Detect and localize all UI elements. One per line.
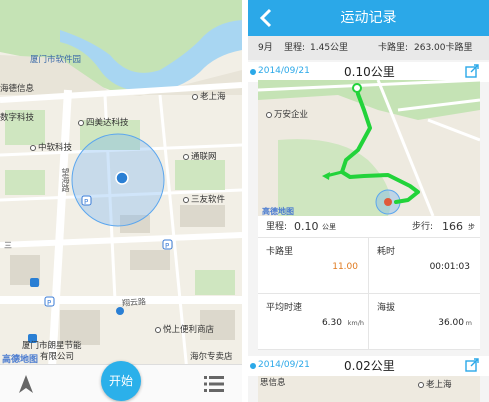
map-poi-company[interactable]: 万安企业: [266, 110, 308, 120]
record-header[interactable]: 2014/09/21 0.10公里: [248, 62, 489, 82]
poi-pengcheng-label: 厦门市朗星节能: [22, 341, 82, 351]
speed-value: 6.30: [321, 318, 342, 328]
map-poi-haode[interactable]: 思信息: [260, 378, 286, 388]
poi-dot-icon: [418, 381, 424, 388]
list-icon[interactable]: [204, 374, 224, 394]
poi-zhongruan-label: 中软科技: [38, 143, 73, 153]
poi-dot-icon: [78, 119, 84, 126]
poi-dot-icon: [155, 326, 161, 333]
poi-dot-icon: [266, 111, 272, 118]
poi-haode-label: 海德信息: [0, 84, 35, 94]
record-date: 2014/09/21: [258, 360, 310, 370]
start-button[interactable]: 开始: [101, 361, 141, 401]
record-route-map[interactable]: 万安企业 高德地图: [258, 80, 480, 216]
poi-dot-icon: [183, 153, 189, 160]
poi-software-park[interactable]: 厦门市软件园: [30, 55, 81, 65]
timeline-dot: [250, 69, 256, 75]
poi-lao-shanghai-label: 老上海: [200, 92, 226, 102]
poi-haier[interactable]: 海尔专卖店: [190, 352, 233, 362]
poi-dot-icon: [183, 196, 189, 203]
steps-unit: 步: [468, 223, 475, 231]
poi-zhongruan[interactable]: 中软科技: [30, 143, 72, 153]
road-fangshan-label: 三: [4, 241, 12, 250]
speed-label: 平均时速: [266, 303, 303, 313]
records-screen: 运动记录 9月 里程: 1.45公里 卡路里: 263.00卡路里 2014/0…: [248, 0, 489, 402]
speed-unit: km/h: [347, 319, 364, 327]
mileage-value: 0.10: [294, 220, 319, 233]
route-map-canvas: [258, 80, 480, 216]
record-distance-steps: 里程: 0.10 公里 步行: 166 步: [258, 216, 480, 238]
map-poi-lao-shanghai[interactable]: 老上海: [418, 380, 452, 390]
poi-sanyou-label: 三友软件: [191, 195, 226, 205]
navigation-arrow-icon[interactable]: [14, 372, 38, 396]
timeline-dot: [250, 363, 256, 369]
record-header[interactable]: 2014/09/21 0.02公里: [248, 356, 489, 376]
road-xiangyun-label: 翔云路: [121, 297, 147, 308]
summary-calorie-value: 263.00卡路里: [414, 43, 473, 53]
summary-distance-value: 1.45公里: [310, 43, 349, 53]
poi-digital-tech[interactable]: 数字科技: [0, 113, 34, 123]
calorie-cell: 卡路里 11.00: [258, 238, 369, 294]
poi-yuexiang-label: 悦上便利商店: [163, 325, 215, 335]
bottom-toolbar: 开始: [0, 361, 242, 402]
summary-calorie-label: 卡路里:: [378, 43, 409, 53]
route-map-watermark: 高德地图: [262, 207, 294, 216]
summary-month: 9月: [258, 43, 273, 53]
poi-digital-tech-label: 数字科技: [0, 113, 35, 123]
map-screen: P P P 厦门市软件园 老上海 海德信息 数字科技 四美达科技 中软科技 通联…: [0, 0, 242, 402]
duration-label: 耗时: [377, 247, 396, 257]
summary-distance-label: 里程:: [284, 43, 306, 53]
share-icon[interactable]: [465, 64, 479, 78]
record-distance: 0.10公里: [344, 65, 395, 79]
share-icon[interactable]: [465, 358, 479, 372]
poi-sanyou[interactable]: 三友软件: [183, 195, 225, 205]
map-poi-company-label: 万安企业: [274, 110, 309, 120]
svg-text:P: P: [165, 242, 169, 250]
steps-label: 步行:: [412, 222, 434, 232]
poi-corp-suffix: 有限公司: [40, 352, 75, 362]
record-date: 2014/09/21: [258, 66, 310, 76]
calorie-label: 卡路里: [266, 247, 294, 257]
poi-tonglian[interactable]: 通联网: [183, 152, 217, 162]
record-distance: 0.02公里: [344, 359, 395, 373]
poi-yuexiang[interactable]: 悦上便利商店: [155, 325, 214, 335]
poi-haode[interactable]: 海德信息: [0, 84, 34, 94]
mileage-unit: 公里: [322, 223, 336, 231]
monthly-summary: 9月 里程: 1.45公里 卡路里: 263.00卡路里: [248, 36, 489, 60]
poi-simeida[interactable]: 四美达科技: [78, 118, 129, 128]
poi-dot-icon: [192, 93, 198, 100]
calorie-value: 11.00: [332, 262, 358, 272]
poi-dot-icon: [30, 144, 36, 151]
road-wanghai-label: 望海路: [61, 168, 70, 192]
map-poi-lao-shanghai-label: 老上海: [426, 380, 452, 390]
poi-simeida-label: 四美达科技: [86, 118, 129, 128]
poi-tonglian-label: 通联网: [191, 152, 217, 162]
svg-text:P: P: [47, 299, 51, 307]
altitude-unit: m: [465, 319, 472, 327]
page-title: 运动记录: [340, 10, 397, 26]
record-route-map[interactable]: 思信息 老上海: [258, 376, 480, 402]
altitude-label: 海拔: [377, 303, 396, 313]
duration-cell: 耗时 00:01:03: [369, 238, 480, 294]
poi-pengcheng[interactable]: 厦门市朗星节能: [22, 341, 82, 351]
svg-text:P: P: [84, 198, 88, 206]
mileage-label: 里程:: [266, 222, 288, 232]
altitude-cell: 海拔 36.00 m: [369, 294, 480, 350]
poi-haier-label: 海尔专卖店: [190, 352, 233, 362]
speed-cell: 平均时速 6.30 km/h: [258, 294, 369, 350]
header-bar: 运动记录: [248, 0, 489, 36]
altitude-value: 36.00: [438, 318, 464, 328]
steps-value: 166: [442, 220, 463, 233]
duration-value: 00:01:03: [429, 262, 470, 272]
poi-lao-shanghai[interactable]: 老上海: [192, 92, 226, 102]
